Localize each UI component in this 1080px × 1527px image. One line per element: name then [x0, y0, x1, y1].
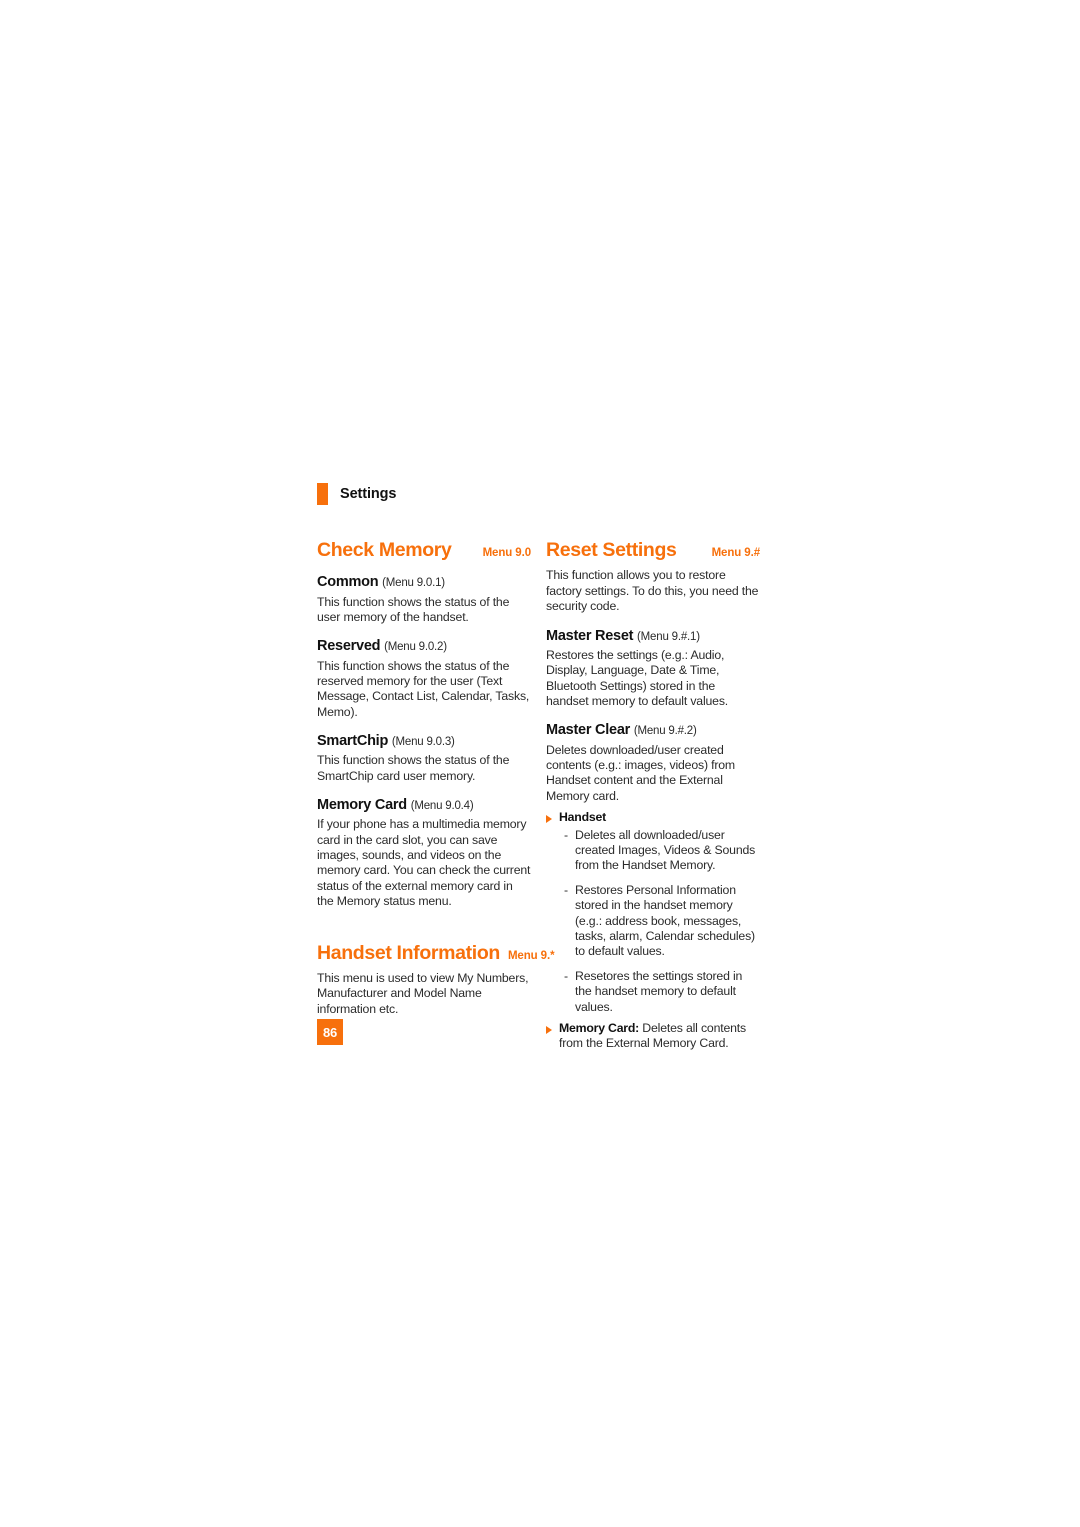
triangle-bullet-icon — [546, 1025, 552, 1034]
dash-mark: - — [564, 968, 568, 983]
subheading-label: Common — [317, 574, 379, 591]
paragraph-memory-card: If your phone has a multimedia memory ca… — [317, 817, 531, 909]
section-title: Settings — [340, 485, 397, 502]
page-number-badge: 86 — [317, 1019, 343, 1045]
subheading-label: Reserved — [317, 638, 381, 655]
dash-text: Deletes all downloaded/user created Imag… — [575, 827, 756, 873]
subheading-ref: (Menu 9.0.2) — [384, 641, 447, 654]
bullet-handset: Handset — [546, 810, 760, 825]
left-column: Check Memory Menu 9.0 Common (Menu 9.0.1… — [317, 539, 555, 1054]
two-column-body: Check Memory Menu 9.0 Common (Menu 9.0.1… — [317, 539, 761, 1054]
subheading-common: Common (Menu 9.0.1) — [317, 573, 531, 591]
paragraph-smartchip: This function shows the status of the Sm… — [317, 753, 510, 783]
bullet-memory-card: Memory Card: Deletes all contents from t… — [546, 1021, 760, 1052]
subheading-reserved: Reserved (Menu 9.0.2) — [317, 637, 531, 655]
chapter-menu-ref: Menu 9.0 — [482, 547, 532, 559]
subheading-ref: (Menu 9.#.1) — [637, 630, 700, 643]
subheading-ref: (Menu 9.0.4) — [410, 800, 474, 813]
dash-text: Resetores the settings stored in the han… — [575, 968, 743, 1014]
subheading-label: Master Clear — [546, 722, 631, 739]
subheading-ref: (Menu 9.#.2) — [633, 725, 697, 738]
paragraph-reserved: This function shows the status of the re… — [317, 658, 530, 719]
chapter-heading-check-memory: Check Memory Menu 9.0 — [317, 539, 532, 561]
chapter-heading-reset-settings: Reset Settings Menu 9.# — [546, 539, 761, 561]
paragraph-master-clear: Deletes downloaded/user created contents… — [546, 742, 735, 803]
running-header: Settings — [317, 483, 397, 505]
dash-mark: - — [564, 882, 568, 897]
subheading-master-reset: Master Reset (Menu 9.#.1) — [546, 627, 760, 645]
subheading-memory-card: Memory Card (Menu 9.0.4) — [317, 796, 531, 814]
paragraph-reset-settings-intro: This function allows you to restore fact… — [546, 568, 759, 614]
triangle-bullet-icon — [546, 814, 552, 823]
subheading-master-clear: Master Clear (Menu 9.#.2) — [546, 721, 760, 739]
dash-mark: - — [564, 827, 568, 842]
paragraph-common: This function shows the status of the us… — [317, 594, 510, 624]
subheading-label: Memory Card — [317, 797, 407, 814]
chapter-menu-ref: Menu 9.# — [711, 547, 761, 559]
dash-text: Restores Personal Information stored in … — [575, 882, 755, 959]
manual-page: Settings Check Memory Menu 9.0 Common (M… — [0, 0, 1080, 1527]
subheading-label: Master Reset — [546, 627, 634, 644]
dash-item: - Resetores the settings stored in the ha… — [564, 969, 760, 1015]
paragraph-handset-information: This menu is used to view My Numbers, Ma… — [317, 971, 529, 1016]
subheading-ref: (Menu 9.0.3) — [391, 736, 455, 749]
bullet-label: Handset — [559, 810, 606, 825]
section-marker-icon — [317, 483, 328, 505]
chapter-title: Check Memory — [317, 539, 452, 561]
chapter-heading-handset-information: Handset Information Menu 9.* — [317, 941, 555, 964]
right-column: Reset Settings Menu 9.# This function al… — [546, 539, 761, 1054]
chapter-title: Reset Settings — [546, 539, 677, 561]
subheading-smartchip: SmartChip (Menu 9.0.3) — [317, 732, 531, 750]
subheading-ref: (Menu 9.0.1) — [382, 577, 445, 590]
chapter-title: Handset Information — [317, 941, 500, 964]
bullet-label: Memory Card: — [559, 1021, 640, 1036]
subheading-label: SmartChip — [317, 733, 389, 750]
paragraph-master-reset: Restores the settings (e.g.: Audio, Disp… — [546, 647, 729, 708]
dash-item: - Deletes all downloaded/user created Ima… — [564, 828, 760, 874]
dash-item: - Restores Personal Information stored in… — [564, 883, 760, 960]
